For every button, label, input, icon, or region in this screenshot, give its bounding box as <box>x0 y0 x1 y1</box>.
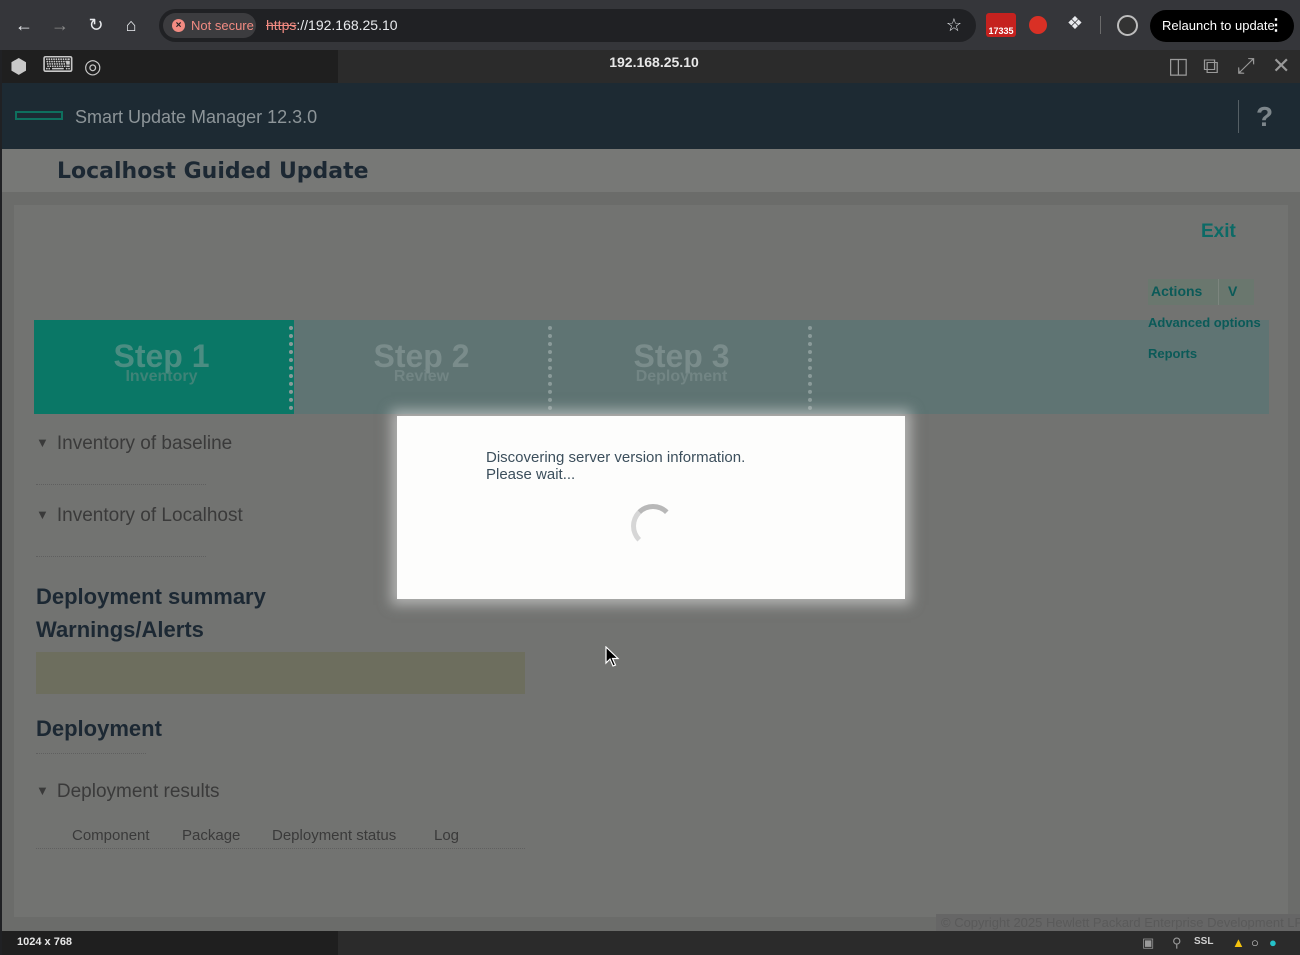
browser-toolbar: ← → ↻ ⌂ × Not secure https://192.168.25.… <box>0 0 1300 50</box>
column-header[interactable]: Component <box>72 827 150 844</box>
product-title: Smart Update Manager 12.3.0 <box>75 107 318 127</box>
extension-badge-icon[interactable]: 17335 <box>986 13 1016 37</box>
column-header[interactable]: Deployment status <box>272 827 396 844</box>
divider <box>36 753 146 754</box>
camera-icon[interactable]: ▣ <box>1142 935 1154 951</box>
back-icon[interactable]: ← <box>12 13 36 37</box>
relaunch-button[interactable]: Relaunch to update ⋮ <box>1150 10 1294 42</box>
power-icon[interactable]: ● <box>1269 935 1277 950</box>
step-inventory[interactable]: Step 1 Inventory <box>34 320 294 414</box>
extension-badge-count: 17335 <box>988 26 1014 36</box>
warning-icon: × <box>172 19 185 32</box>
column-header[interactable]: Package <box>182 827 240 844</box>
extensions-puzzle-icon[interactable]: ❖ <box>1064 13 1086 37</box>
step-tracker: Step 1 Inventory Step 2 Review Step 3 De… <box>34 320 1269 414</box>
section-label: Deployment results <box>56 781 220 802</box>
bookmark-star-icon[interactable]: ☆ <box>946 15 962 36</box>
relaunch-label: Relaunch to update <box>1162 18 1275 33</box>
security-chip[interactable]: × Not secure <box>163 13 256 38</box>
section-label: Inventory of baseline <box>56 433 233 454</box>
triangle-down-icon: ▼ <box>36 783 49 798</box>
step-deployment[interactable]: Step 3 Deployment <box>554 320 814 414</box>
reload-icon[interactable]: ↻ <box>84 13 108 37</box>
step-label: Inventory <box>125 368 198 385</box>
section-label: Inventory of Localhost <box>56 505 243 526</box>
circle-icon: ○ <box>1251 935 1259 950</box>
column-header[interactable]: Log <box>434 827 459 844</box>
mouse-cursor-icon <box>605 646 620 667</box>
loading-spinner-icon <box>631 504 675 548</box>
toolbar-divider <box>1100 16 1101 34</box>
layout-icon[interactable]: ◫ <box>1168 53 1189 79</box>
header-divider <box>1238 100 1239 133</box>
popout-icon[interactable]: ⧉ <box>1203 53 1219 79</box>
profile-avatar[interactable] <box>1117 15 1138 36</box>
address-bar[interactable]: × Not secure https://192.168.25.10 ☆ <box>159 9 976 42</box>
url-scheme: https <box>266 17 297 33</box>
settings-hex-icon[interactable]: ⬢ <box>10 54 27 79</box>
console-statusbar: 1024 x 768 ▣ ⚲ SSL ▲ ○ ● <box>2 931 1300 955</box>
triangle-down-icon: ▼ <box>36 507 49 522</box>
app-header: Smart Update Manager 12.3.0 ? <box>2 83 1300 149</box>
ssl-label: SSL <box>1194 936 1214 947</box>
reports-link[interactable]: Reports <box>1148 346 1197 361</box>
loading-dialog: Discovering server version information. … <box>397 416 905 599</box>
deployment-results-toggle[interactable]: ▼ Deployment results <box>36 781 220 803</box>
actions-divider <box>1218 279 1219 305</box>
close-icon[interactable]: ✕ <box>1272 53 1290 79</box>
step-label: Deployment <box>635 368 728 385</box>
warnings-alerts-box <box>36 652 525 694</box>
advanced-options-link[interactable]: Advanced options <box>1148 315 1261 330</box>
page-header: Localhost Guided Update <box>2 149 1300 192</box>
help-button[interactable]: ? <box>1256 101 1273 133</box>
page-title: Localhost Guided Update <box>57 159 369 184</box>
loading-message: Discovering server version information. … <box>486 449 745 483</box>
divider <box>36 556 206 557</box>
remote-screen[interactable]: Smart Update Manager 12.3.0 ? Localhost … <box>2 83 1300 931</box>
home-icon[interactable]: ⌂ <box>119 13 143 37</box>
media-disc-icon[interactable]: ◎ <box>84 54 101 79</box>
divider <box>36 484 206 485</box>
console-tools: ⬢ ⌨ ◎ <box>2 50 338 83</box>
inventory-localhost-toggle[interactable]: ▼ Inventory of Localhost <box>36 505 243 527</box>
loading-message-line: Please wait... <box>486 466 576 483</box>
more-menu-icon[interactable]: ⋮ <box>1268 10 1284 42</box>
keyboard-icon[interactable]: ⌨ <box>42 52 74 78</box>
console-title: 192.168.25.10 <box>609 54 699 70</box>
triangle-down-icon: ▼ <box>36 435 49 450</box>
lock-icon: ⚲ <box>1172 935 1182 950</box>
step-divider <box>808 326 812 410</box>
step-divider <box>548 326 552 410</box>
step-divider <box>289 326 293 410</box>
inventory-baseline-toggle[interactable]: ▼ Inventory of baseline <box>36 433 232 455</box>
hpe-logo-icon <box>15 111 63 120</box>
fullscreen-icon[interactable]: ⤢ <box>1237 53 1255 79</box>
actions-dropdown[interactable]: Actions V <box>1148 279 1254 305</box>
divider <box>36 848 525 849</box>
step-review[interactable]: Step 2 Review <box>294 320 554 414</box>
warning-triangle-icon: ▲ <box>1232 935 1245 950</box>
resolution-label: 1024 x 768 <box>2 931 338 955</box>
url-text[interactable]: https://192.168.25.10 <box>266 9 398 42</box>
deployment-summary-heading: Deployment summary <box>36 584 266 609</box>
step-label: Review <box>393 368 450 385</box>
copyright-text: © Copyright 2025 Hewlett Packard Enterpr… <box>936 914 1300 931</box>
console-toolbar: ⬢ ⌨ ◎ 192.168.25.10 ◫ ⧉ ⤢ ✕ <box>2 50 1300 83</box>
url-host: ://192.168.25.10 <box>296 17 398 33</box>
forward-icon[interactable]: → <box>48 13 72 37</box>
chevron-down-icon[interactable]: V <box>1228 283 1237 299</box>
extension-stop-icon[interactable] <box>1029 16 1047 34</box>
loading-message-line: Discovering server version information. <box>486 449 746 466</box>
exit-link[interactable]: Exit <box>1201 221 1236 243</box>
deployment-heading: Deployment <box>36 716 162 741</box>
warnings-alerts-heading: Warnings/Alerts <box>36 617 204 642</box>
actions-label: Actions <box>1151 283 1203 299</box>
security-label: Not secure <box>191 18 254 33</box>
